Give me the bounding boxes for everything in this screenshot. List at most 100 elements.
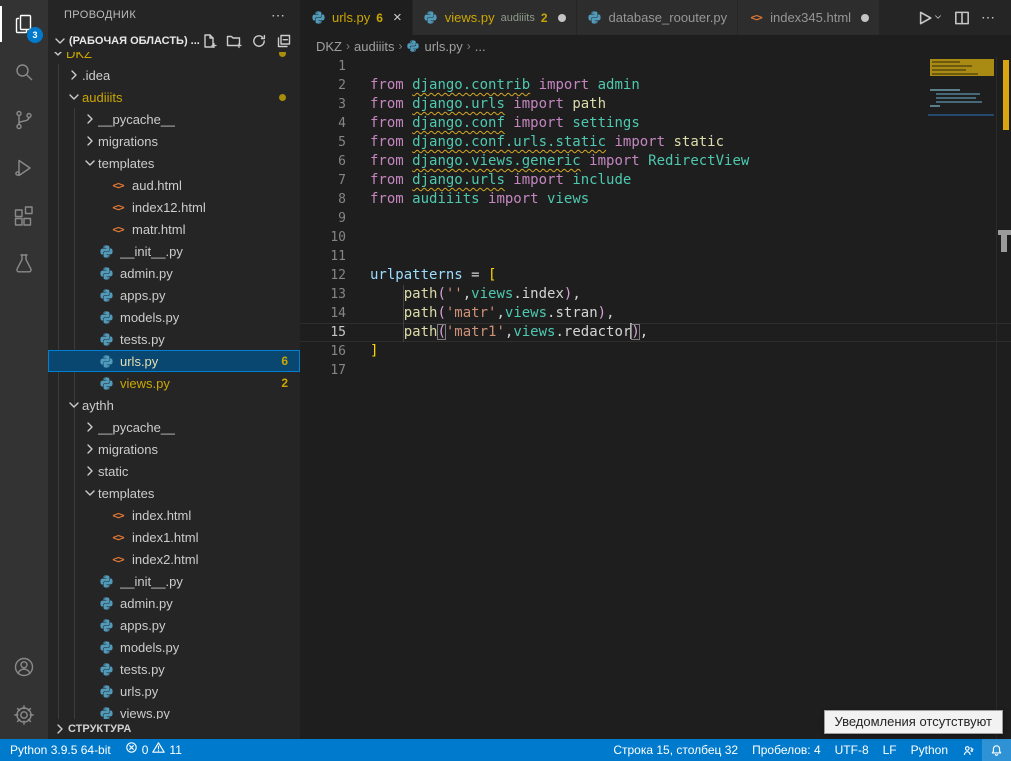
breadcrumb-item[interactable]: DKZ bbox=[316, 39, 342, 54]
chevron-right-icon[interactable] bbox=[82, 133, 98, 149]
tree-file-urls.py[interactable]: urls.py6 bbox=[48, 350, 300, 372]
code-line-9[interactable]: 9 bbox=[300, 209, 1011, 228]
tab-index345.html[interactable]: <>index345.html bbox=[738, 0, 880, 35]
chevron-down-icon[interactable] bbox=[66, 397, 82, 413]
tree-folder-migrations[interactable]: migrations bbox=[48, 130, 300, 152]
tree-file-tests.py[interactable]: tests.py bbox=[48, 328, 300, 350]
activity-extensions-icon[interactable] bbox=[0, 192, 48, 240]
activity-testing-icon[interactable] bbox=[0, 240, 48, 288]
tree-folder-templates[interactable]: templates bbox=[48, 152, 300, 174]
chevron-right-icon[interactable] bbox=[82, 441, 98, 457]
activity-run-debug-icon[interactable] bbox=[0, 144, 48, 192]
tree-file-admin.py[interactable]: admin.py bbox=[48, 592, 300, 614]
code-line-17[interactable]: 17 bbox=[300, 361, 1011, 380]
tree-file-urls.py[interactable]: urls.py bbox=[48, 680, 300, 702]
feedback-icon[interactable] bbox=[955, 739, 982, 761]
tree-file-index1.html[interactable]: <>index1.html bbox=[48, 526, 300, 548]
tree-file-admin.py[interactable]: admin.py bbox=[48, 262, 300, 284]
collapse-all-icon[interactable] bbox=[276, 33, 292, 49]
code-line-6[interactable]: 6from django.views.generic import Redire… bbox=[300, 152, 1011, 171]
editor-scrollbar[interactable] bbox=[996, 57, 1011, 739]
code-line-11[interactable]: 11 bbox=[300, 247, 1011, 266]
indentation-status[interactable]: Пробелов: 4 bbox=[745, 739, 828, 761]
chevron-down-icon[interactable] bbox=[50, 52, 66, 61]
code-line-10[interactable]: 10 bbox=[300, 228, 1011, 247]
code-editor[interactable]: 12from django.contrib import admin3from … bbox=[300, 57, 1011, 739]
run-dropdown-icon[interactable] bbox=[933, 9, 943, 27]
tree-file-__init__.py[interactable]: __init__.py bbox=[48, 240, 300, 262]
tab-views.py[interactable]: views.pyaudiiits2 bbox=[413, 0, 577, 35]
chevron-down-icon[interactable] bbox=[82, 485, 98, 501]
code-line-12[interactable]: 12urlpatterns = [ bbox=[300, 266, 1011, 285]
tree-file-aud.html[interactable]: <>aud.html bbox=[48, 174, 300, 196]
eol-status[interactable]: LF bbox=[876, 739, 904, 761]
chevron-down-icon[interactable] bbox=[82, 155, 98, 171]
close-icon[interactable]: × bbox=[393, 9, 402, 26]
chevron-right-icon[interactable] bbox=[82, 463, 98, 479]
tree-file-models.py[interactable]: models.py bbox=[48, 306, 300, 328]
tree-folder-static[interactable]: static bbox=[48, 460, 300, 482]
activity-source-control-icon[interactable] bbox=[0, 96, 48, 144]
problems-status[interactable]: 0 11 bbox=[118, 739, 189, 761]
tree-file-index12.html[interactable]: <>index12.html bbox=[48, 196, 300, 218]
new-folder-icon[interactable] bbox=[226, 33, 242, 49]
code-line-2[interactable]: 2from django.contrib import admin bbox=[300, 76, 1011, 95]
chevron-right-icon[interactable] bbox=[66, 67, 82, 83]
tree-folder-audiiits[interactable]: audiiits bbox=[48, 86, 300, 108]
notifications-bell-icon[interactable] bbox=[982, 739, 1011, 761]
run-button[interactable] bbox=[915, 9, 943, 27]
more-actions-icon[interactable]: ⋯ bbox=[981, 9, 999, 27]
refresh-icon[interactable] bbox=[251, 33, 267, 49]
tree-file-apps.py[interactable]: apps.py bbox=[48, 614, 300, 636]
modified-dot-icon[interactable] bbox=[861, 14, 869, 22]
outline-section-header[interactable]: СТРУКТУРА bbox=[48, 719, 300, 739]
language-mode-status[interactable]: Python bbox=[904, 739, 955, 761]
tree-folder-templates[interactable]: templates bbox=[48, 482, 300, 504]
explorer-more-actions-icon[interactable]: ⋯ bbox=[271, 7, 286, 24]
modified-dot-icon[interactable] bbox=[558, 14, 566, 22]
encoding-status[interactable]: UTF-8 bbox=[828, 739, 876, 761]
split-editor-icon[interactable] bbox=[953, 9, 971, 27]
activity-explorer-icon[interactable]: 3 bbox=[0, 0, 48, 48]
tree-folder-migrations[interactable]: migrations bbox=[48, 438, 300, 460]
breadcrumb-item[interactable]: audiiits bbox=[354, 39, 394, 54]
cursor-position-status[interactable]: Строка 15, столбец 32 bbox=[606, 739, 745, 761]
chevron-right-icon[interactable] bbox=[82, 111, 98, 127]
tree-file-index2.html[interactable]: <>index2.html bbox=[48, 548, 300, 570]
code-line-13[interactable]: 13 path('',views.index), bbox=[300, 285, 1011, 304]
tree-file-__init__.py[interactable]: __init__.py bbox=[48, 570, 300, 592]
tree-file-apps.py[interactable]: apps.py bbox=[48, 284, 300, 306]
tree-file-tests.py[interactable]: tests.py bbox=[48, 658, 300, 680]
tree-folder-DKZ[interactable]: DKZ bbox=[48, 52, 300, 64]
tree-folder-__pycache__[interactable]: __pycache__ bbox=[48, 108, 300, 130]
new-file-icon[interactable] bbox=[201, 33, 217, 49]
chevron-down-icon[interactable] bbox=[66, 89, 82, 105]
tree-folder-__pycache__[interactable]: __pycache__ bbox=[48, 416, 300, 438]
activity-account-icon[interactable] bbox=[0, 643, 48, 691]
python-interpreter-status[interactable]: Python 3.9.5 64-bit bbox=[0, 739, 118, 761]
code-line-15[interactable]: 15 path('matr1',views.redactor), bbox=[300, 323, 1011, 342]
code-line-8[interactable]: 8from audiiits import views bbox=[300, 190, 1011, 209]
tab-database_roouter.py[interactable]: database_roouter.py bbox=[577, 0, 739, 35]
tree-folder-.idea[interactable]: .idea bbox=[48, 64, 300, 86]
tree-file-views.py[interactable]: views.py2 bbox=[48, 372, 300, 394]
tree-file-index.html[interactable]: <>index.html bbox=[48, 504, 300, 526]
tree-folder-aythh[interactable]: aythh bbox=[48, 394, 300, 416]
breadcrumb-item[interactable]: ... bbox=[475, 39, 486, 54]
tab-urls.py[interactable]: urls.py6× bbox=[300, 0, 413, 35]
code-line-14[interactable]: 14 path('matr',views.stran), bbox=[300, 304, 1011, 323]
code-line-1[interactable]: 1 bbox=[300, 57, 1011, 76]
minimap[interactable] bbox=[928, 57, 996, 739]
tree-file-matr.html[interactable]: <>matr.html bbox=[48, 218, 300, 240]
code-line-7[interactable]: 7from django.urls import include bbox=[300, 171, 1011, 190]
code-line-5[interactable]: 5from django.conf.urls.static import sta… bbox=[300, 133, 1011, 152]
code-line-16[interactable]: 16] bbox=[300, 342, 1011, 361]
breadcrumb-item[interactable]: urls.py bbox=[406, 39, 462, 54]
activity-settings-icon[interactable] bbox=[0, 691, 48, 739]
tree-file-models.py[interactable]: models.py bbox=[48, 636, 300, 658]
activity-search-icon[interactable] bbox=[0, 48, 48, 96]
code-line-3[interactable]: 3from django.urls import path bbox=[300, 95, 1011, 114]
workspace-section-header[interactable]: (РАБОЧАЯ ОБЛАСТЬ) ... bbox=[48, 30, 300, 52]
chevron-right-icon[interactable] bbox=[82, 419, 98, 435]
code-line-4[interactable]: 4from django.conf import settings bbox=[300, 114, 1011, 133]
